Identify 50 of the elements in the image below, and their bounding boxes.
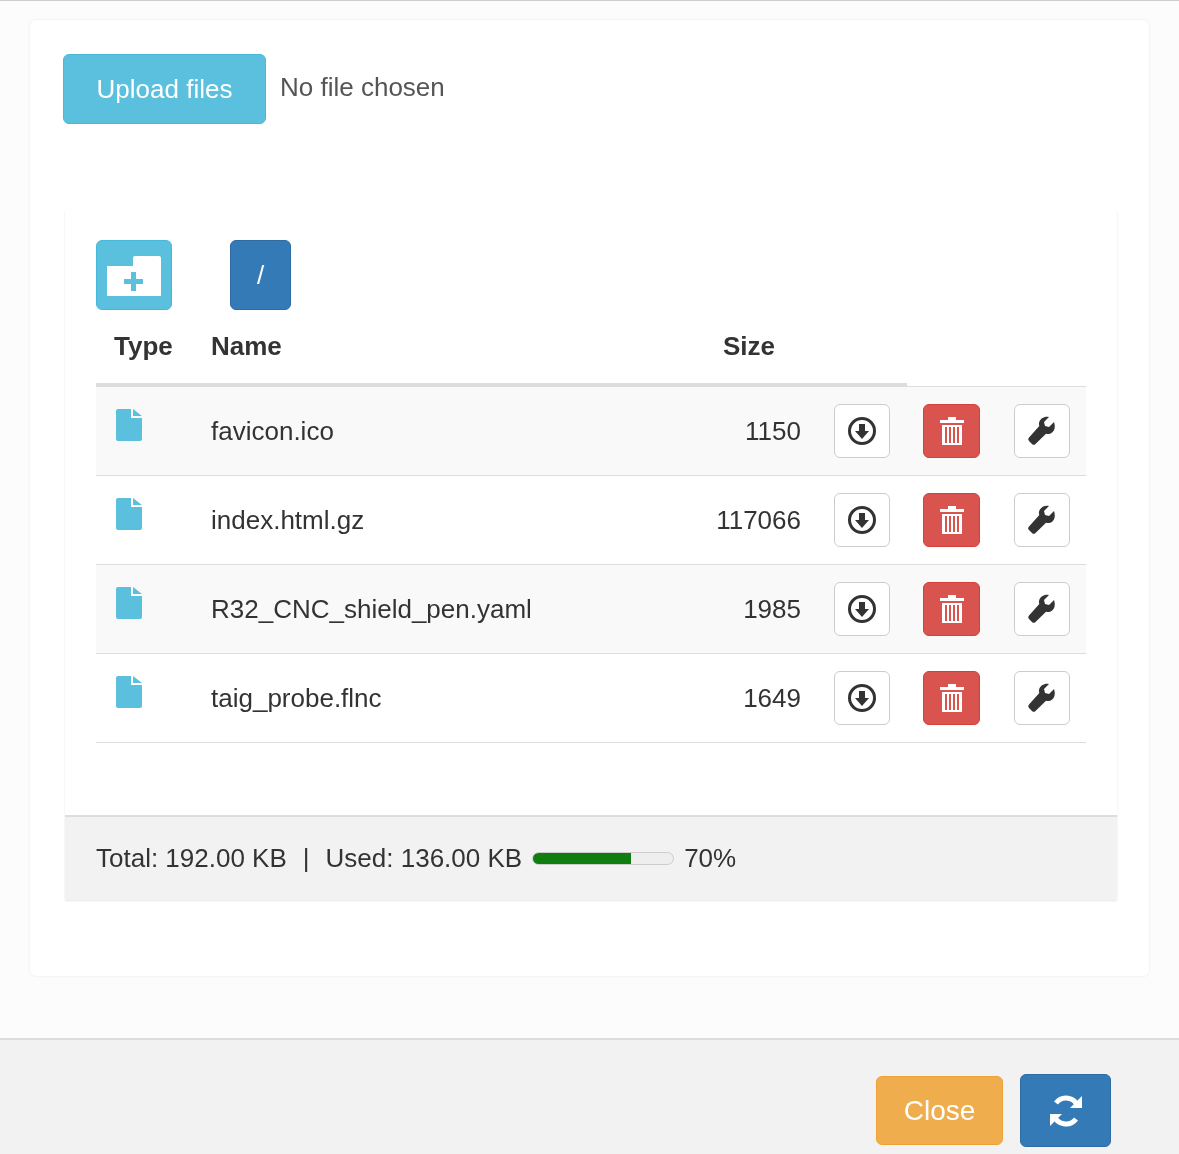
column-header: Name [211, 330, 283, 363]
close-button[interactable]: Close [876, 1076, 1003, 1145]
download-icon [847, 594, 877, 624]
column-header: Size [721, 330, 775, 363]
delete-button[interactable] [923, 671, 980, 725]
file-status-text: No file chosen [280, 70, 445, 104]
settings-button[interactable] [1014, 404, 1070, 458]
trash-icon [938, 683, 965, 713]
separator-text: | [302, 842, 310, 875]
file-size: 1150 [744, 414, 801, 448]
download-button[interactable] [834, 582, 890, 636]
settings-button[interactable] [1014, 671, 1070, 725]
trash-icon [938, 505, 965, 535]
file-icon [116, 498, 142, 530]
file-name: favicon.ico [211, 414, 335, 448]
download-button[interactable] [834, 493, 890, 547]
download-button[interactable] [834, 671, 890, 725]
file-name: index.html.gz [211, 503, 366, 537]
settings-button[interactable] [1014, 493, 1070, 547]
trash-icon [938, 594, 965, 624]
file-name: R32_CNC_shield_pen.yaml [211, 592, 533, 626]
trash-icon [938, 416, 965, 446]
upload-files-button[interactable]: Upload files [63, 54, 266, 124]
settings-button[interactable] [1014, 582, 1070, 636]
download-button[interactable] [834, 404, 890, 458]
used-text: Used: 136.00 KB [325, 842, 523, 875]
wrench-icon [1027, 416, 1057, 446]
folder-plus-icon [107, 254, 161, 296]
file-size: 1649 [742, 681, 801, 715]
download-icon [847, 505, 877, 535]
file-icon [116, 676, 142, 708]
delete-button[interactable] [923, 404, 980, 458]
download-icon [847, 416, 877, 446]
download-icon [847, 683, 877, 713]
wrench-icon [1027, 683, 1057, 713]
percent-text: 70% [684, 842, 737, 875]
path-button[interactable]: / [230, 240, 291, 310]
file-name: taig_probe.flnc [211, 681, 383, 715]
wrench-icon [1027, 505, 1057, 535]
refresh-button[interactable] [1020, 1074, 1111, 1147]
wrench-icon [1027, 594, 1057, 624]
file-size: 117066 [715, 503, 801, 537]
file-size: 1985 [742, 592, 801, 626]
delete-button[interactable] [923, 582, 980, 636]
refresh-icon [1047, 1092, 1084, 1129]
column-header: Type [114, 330, 174, 363]
file-icon [116, 409, 142, 441]
file-icon [116, 587, 142, 619]
total-text: Total: 192.00 KB [96, 842, 287, 875]
delete-button[interactable] [923, 493, 980, 547]
